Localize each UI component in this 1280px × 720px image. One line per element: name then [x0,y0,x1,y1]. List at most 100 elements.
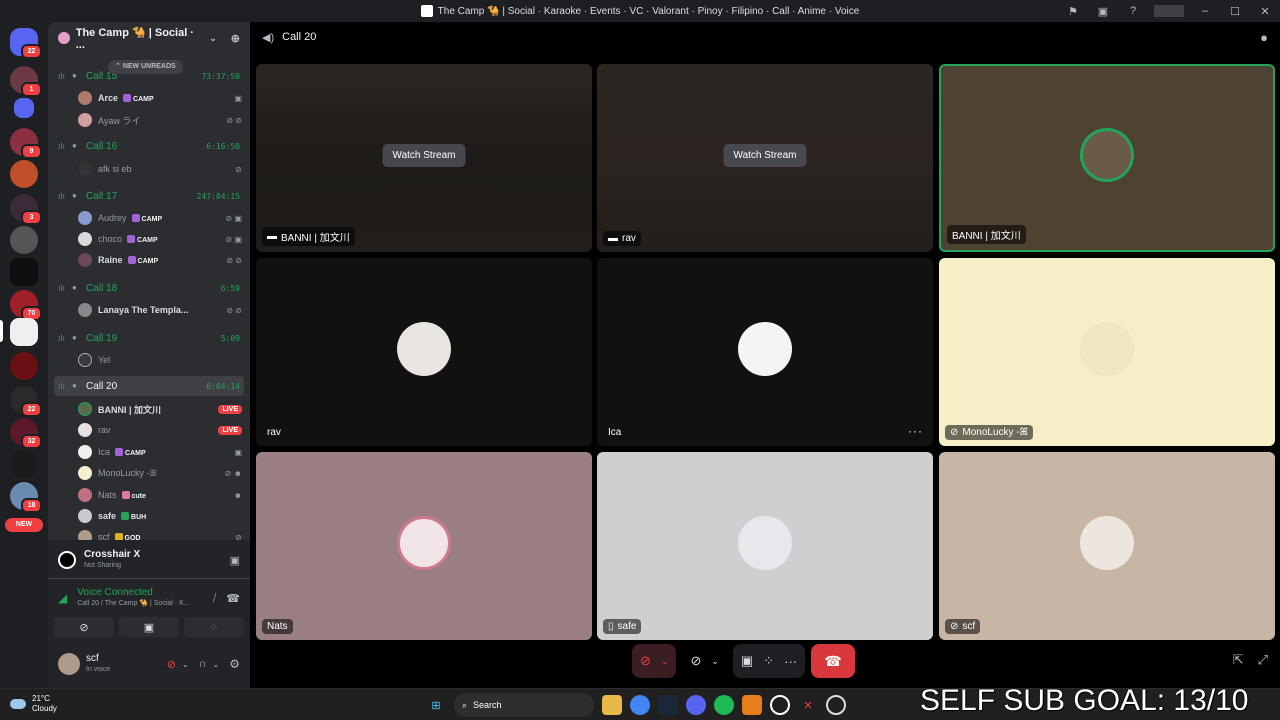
share-screen-icon[interactable]: ▣ [230,554,240,567]
voice-channel-call-17[interactable]: ılı ● Call 17 247:04:15 [54,186,244,206]
the-camp-server-icon[interactable] [10,318,38,346]
invite-icon[interactable]: ⊕ [231,32,240,45]
chat-icon[interactable]: ● [1260,30,1268,45]
screen-share-button[interactable]: ▣ [119,617,179,637]
mute-icon[interactable]: ⊘ [167,658,176,671]
stream-tile[interactable]: Watch Stream ▬ rav [597,64,933,252]
participant-tile[interactable]: ⊘ MonoLucky -ꕤ [939,258,1275,446]
pizzeria-server-icon[interactable] [10,160,38,188]
server-icon[interactable]: 1 [10,66,42,97]
chrome-icon[interactable] [630,695,650,715]
popout-icon[interactable]: ⇱ [1233,652,1244,668]
server-icon [58,32,70,44]
crosshair-app-icon[interactable] [770,695,790,715]
discord-icon[interactable] [686,695,706,715]
watch-stream-button[interactable]: Watch Stream [382,144,466,167]
server-icon[interactable]: 18 [10,482,42,513]
voice-user[interactable]: rav LIVE [78,420,242,440]
share-group[interactable]: ▣ ⁘ ··· [732,644,806,678]
voice-user[interactable]: Raine CAMP ⊘ ⊘ [78,250,242,270]
watch-stream-button[interactable]: Watch Stream [723,144,807,167]
voice-user[interactable]: Ayaw ライ ⊘ ⊘ [78,110,242,130]
voice-channel-call-16[interactable]: ılı ● Call 16 6:16:50 [54,136,244,156]
windows-start-icon[interactable]: ⊞ [426,695,446,715]
app-icon[interactable] [742,695,762,715]
mute-group[interactable]: ⊘ ⌄ [632,644,677,678]
mic-muted-icon[interactable]: ⊘ [640,653,651,669]
participant-tile[interactable]: ▯ safe [597,452,933,640]
disconnect-icon[interactable]: ☎ [226,592,240,605]
participant-tile[interactable]: BANNI | 加文川 [939,64,1275,252]
chevron-down-icon[interactable]: ⌄ [213,660,220,669]
server-icon[interactable] [10,258,38,286]
voice-channel-call-18[interactable]: ılı ● Call 18 6:59 [54,278,244,298]
disconnect-button[interactable]: ☎ [811,644,856,678]
avatar [78,162,92,176]
close-icon[interactable]: ✕ [1250,5,1280,18]
app-icon[interactable] [826,695,846,715]
voice-user[interactable]: choco CAMP ⊘ ▣ [78,229,242,249]
help-icon[interactable]: ? [1118,5,1148,17]
settings-gear-icon[interactable]: ⚙ [229,657,240,671]
weather-widget[interactable]: 21°C Cloudy [10,694,57,714]
voice-user[interactable]: Ica CAMP ▣ [78,442,242,462]
server-icon[interactable] [10,226,38,254]
folder-icon[interactable] [14,98,34,118]
server-icon[interactable] [10,450,38,478]
avatar [738,516,792,570]
participant-tile[interactable]: ⊘ scf [939,452,1275,640]
voice-user[interactable]: safe BUH [78,506,242,526]
flag-icon[interactable]: ⚑ [1058,5,1088,18]
server-icon[interactable]: 32 [10,418,42,449]
spotify-icon[interactable] [714,695,734,715]
server-icon[interactable]: 70 [10,290,42,321]
app-icon[interactable]: ✕ [798,695,818,715]
participant-tile[interactable]: Nats [256,452,592,640]
fullscreen-icon[interactable]: ⤢ [1258,652,1268,668]
voice-user[interactable]: Audrey CAMP ⊘ ▣ [78,208,242,228]
new-unreads-pill[interactable]: ⌃ NEW UNREADS [108,60,183,74]
camera-off-icon[interactable]: ⊘ [690,653,701,669]
server-icon[interactable]: 9 [10,128,42,159]
chevron-down-icon[interactable]: ⌄ [661,656,669,667]
steam-icon[interactable] [658,695,678,715]
activities-button[interactable]: ⁘ [184,617,244,637]
taskbar-search[interactable]: ⌕ Search [454,693,594,717]
participant-tile[interactable]: rav [256,258,592,446]
participant-tile[interactable]: Ica ··· [597,258,933,446]
voice-status[interactable]: Voice Connected [77,587,213,598]
camera-off-button[interactable]: ⊘ [54,617,114,637]
camera-group[interactable]: ⊘ ⌄ [682,644,726,678]
voice-user[interactable]: MonoLucky -ꕤ ⊘ ☻ [78,463,242,483]
stream-tile[interactable]: Watch Stream ▬ BANNI | 加文川 [256,64,592,252]
activities-icon[interactable]: ⁘ [763,653,774,669]
screen-share-icon[interactable]: ▣ [741,653,753,669]
voice-user[interactable]: BANNI | 加文川 LIVE [78,399,242,419]
more-options-icon[interactable]: ··· [908,424,923,438]
voice-channel-call-19[interactable]: ılı ● Call 19 5:09 [54,328,244,348]
new-servers-pill[interactable]: NEW [5,518,43,532]
headphones-icon[interactable]: ∩ [199,658,207,670]
voice-user[interactable]: Arce CAMP ▣ [78,88,242,108]
discord-home-icon[interactable]: 22 [10,28,42,59]
server-icon[interactable]: 3 [10,194,42,225]
voice-user[interactable]: Nats cute ☻ [78,485,242,505]
voice-user[interactable]: afk si eb ⊘ [78,159,242,179]
chevron-down-icon[interactable]: ⌄ [182,660,189,669]
voice-user[interactable]: Lanaya The Templa... ⊘ ⊘ [78,300,242,320]
maximize-icon[interactable]: ☐ [1220,5,1250,18]
voice-channel-call-20[interactable]: ılı ● Call 20 6:04:14 [54,376,244,396]
inbox-icon[interactable]: ▣ [1088,5,1118,18]
minimize-icon[interactable]: – [1190,5,1220,17]
voice-location[interactable]: Call 20 / The Camp 🐪 | Social · K... [77,598,213,609]
noise-suppression-icon[interactable]: ⧸ [213,593,216,604]
server-icon[interactable] [10,352,38,380]
avatar[interactable] [58,653,80,675]
more-icon[interactable]: ··· [784,654,797,669]
server-icon[interactable]: 22 [10,386,42,417]
server-header[interactable]: The Camp 🐪 | Social · ... ⌄ ⊕ [48,22,250,54]
chevron-down-icon[interactable]: ⌄ [711,656,719,667]
role-tag: CAMP [123,93,154,103]
file-explorer-icon[interactable] [602,695,622,715]
voice-user[interactable]: Yel [78,350,242,370]
